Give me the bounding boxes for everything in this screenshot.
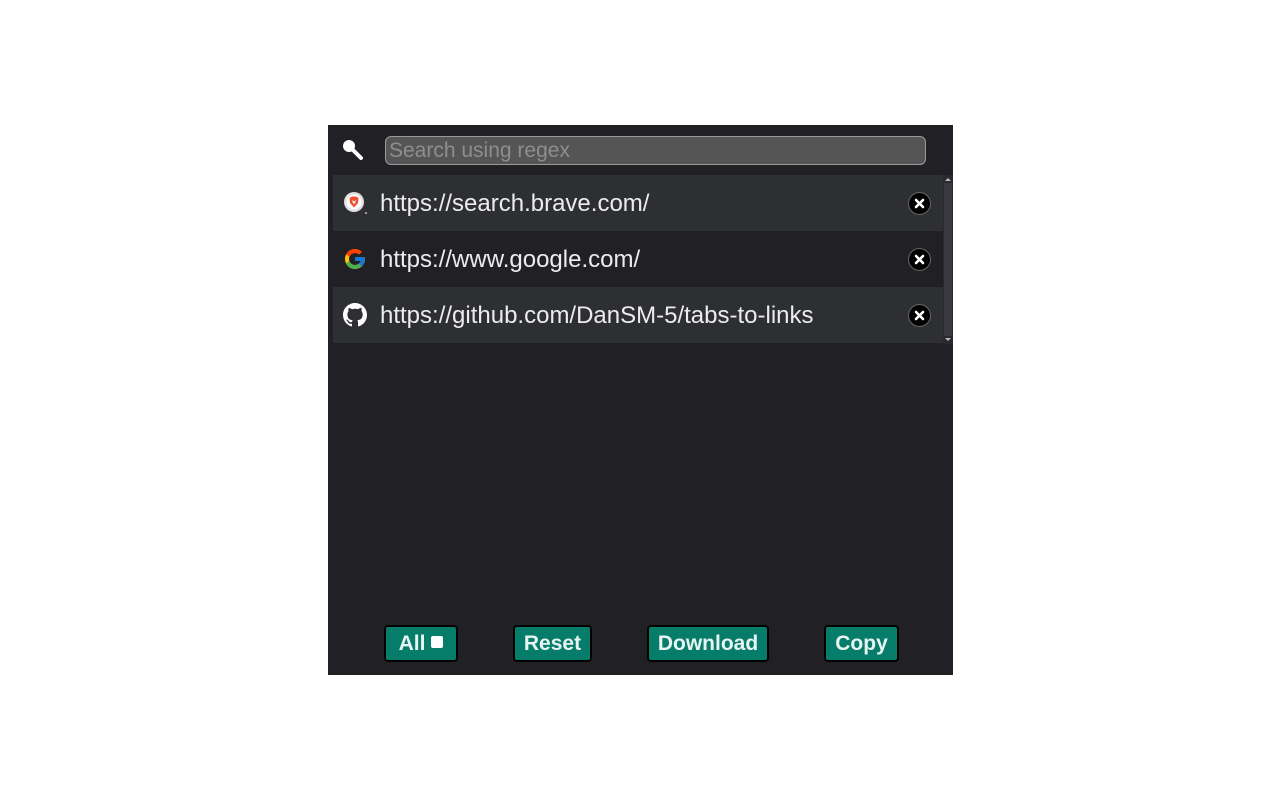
tab-url[interactable]: https://search.brave.com/ bbox=[380, 175, 649, 233]
google-icon bbox=[345, 249, 365, 269]
github-icon bbox=[343, 303, 367, 327]
brave-icon bbox=[344, 192, 367, 214]
tab-row[interactable]: https://github.com/DanSM-5/tabs-to-links bbox=[333, 287, 943, 343]
tab-row[interactable]: https://www.google.com/ bbox=[333, 231, 943, 287]
close-icon bbox=[914, 198, 925, 209]
tab-url[interactable]: https://www.google.com/ bbox=[380, 231, 640, 289]
tabs-to-links-popup: https://search.brave.com/ https://www.go… bbox=[328, 125, 953, 675]
scroll-down-arrow[interactable] bbox=[945, 338, 951, 341]
search-icon bbox=[343, 140, 363, 160]
footer-toolbar: All Reset Download Copy bbox=[328, 625, 953, 665]
scroll-up-arrow[interactable] bbox=[945, 178, 951, 181]
close-tab-button[interactable] bbox=[908, 304, 931, 327]
list-scrollbar[interactable] bbox=[943, 175, 953, 344]
close-icon bbox=[914, 310, 925, 321]
tab-url[interactable]: https://github.com/DanSM-5/tabs-to-links bbox=[380, 287, 814, 345]
close-icon bbox=[914, 254, 925, 265]
reset-button[interactable]: Reset bbox=[513, 625, 592, 662]
select-all-button[interactable]: All bbox=[384, 625, 458, 662]
select-all-label: All bbox=[398, 632, 426, 655]
search-input[interactable] bbox=[385, 136, 926, 165]
tab-list: https://search.brave.com/ https://www.go… bbox=[333, 175, 943, 344]
tab-row[interactable]: https://search.brave.com/ bbox=[333, 175, 943, 231]
copy-button[interactable]: Copy bbox=[824, 625, 899, 662]
search-bar bbox=[328, 125, 953, 175]
download-button[interactable]: Download bbox=[647, 625, 769, 662]
scroll-thumb[interactable] bbox=[944, 183, 952, 336]
close-tab-button[interactable] bbox=[908, 248, 931, 271]
close-tab-button[interactable] bbox=[908, 192, 931, 215]
select-all-checkbox[interactable] bbox=[431, 636, 444, 649]
